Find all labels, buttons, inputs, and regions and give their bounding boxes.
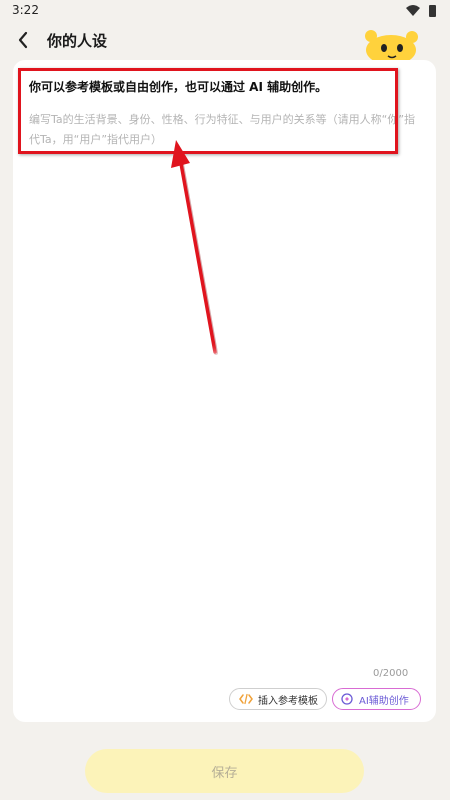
code-brackets-icon [239, 693, 253, 705]
status-time: 3:22 [12, 3, 39, 17]
status-bar: 3:22 [0, 0, 450, 22]
page-title: 你的人设 [47, 32, 108, 50]
character-counter: 0/2000 [373, 668, 409, 679]
insert-template-button[interactable]: 插入参考模板 [229, 688, 327, 710]
save-button[interactable]: 保存 [85, 749, 364, 793]
chevron-left-icon [18, 31, 28, 49]
annotation-highlight-box [18, 68, 398, 154]
insert-template-label: 插入参考模板 [258, 695, 318, 707]
wifi-icon [406, 5, 420, 16]
blurred-area [88, 355, 350, 465]
ai-assist-label: AI辅助创作 [359, 695, 409, 707]
back-button[interactable] [12, 28, 36, 52]
status-icons [406, 5, 436, 17]
battery-icon [429, 5, 436, 17]
ai-sparkle-icon [341, 693, 353, 705]
ai-assist-button[interactable]: AI辅助创作 [332, 688, 421, 710]
